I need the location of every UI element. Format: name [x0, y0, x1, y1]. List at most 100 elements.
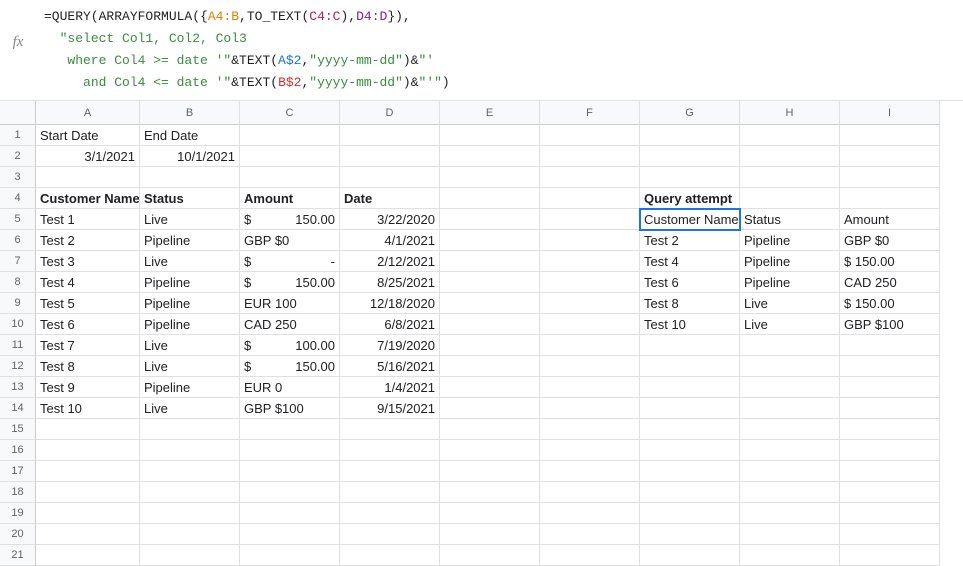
cell-E19[interactable] — [440, 503, 540, 524]
cell-H19[interactable] — [740, 503, 840, 524]
cell-E7[interactable] — [440, 251, 540, 272]
cell-B20[interactable] — [140, 524, 240, 545]
cell-I21[interactable] — [840, 545, 940, 566]
row-header-18[interactable]: 18 — [0, 482, 36, 503]
cell-F1[interactable] — [540, 125, 640, 146]
cell-G10[interactable]: Test 10 — [640, 314, 740, 335]
cell-C12[interactable]: $150.00 — [240, 356, 340, 377]
cell-B15[interactable] — [140, 419, 240, 440]
column-header-H[interactable]: H — [740, 101, 840, 125]
cell-I10[interactable]: GBP $100 — [840, 314, 940, 335]
cell-G2[interactable] — [640, 146, 740, 167]
cell-D20[interactable] — [340, 524, 440, 545]
cell-G13[interactable] — [640, 377, 740, 398]
cell-G7[interactable]: Test 4 — [640, 251, 740, 272]
cell-A18[interactable] — [36, 482, 140, 503]
cell-H7[interactable]: Pipeline — [740, 251, 840, 272]
cell-A20[interactable] — [36, 524, 140, 545]
cell-H3[interactable] — [740, 167, 840, 188]
cell-D15[interactable] — [340, 419, 440, 440]
cell-C6[interactable]: GBP $0 — [240, 230, 340, 251]
cell-H5[interactable]: Status — [740, 209, 840, 230]
column-header-G[interactable]: G — [640, 101, 740, 125]
cell-E12[interactable] — [440, 356, 540, 377]
cell-D1[interactable] — [340, 125, 440, 146]
cell-G6[interactable]: Test 2 — [640, 230, 740, 251]
cell-A8[interactable]: Test 4 — [36, 272, 140, 293]
column-header-F[interactable]: F — [540, 101, 640, 125]
cell-F9[interactable] — [540, 293, 640, 314]
cell-E11[interactable] — [440, 335, 540, 356]
cell-F15[interactable] — [540, 419, 640, 440]
cell-G19[interactable] — [640, 503, 740, 524]
cell-A1[interactable]: Start Date — [36, 125, 140, 146]
cell-E21[interactable] — [440, 545, 540, 566]
cell-G3[interactable] — [640, 167, 740, 188]
cell-H16[interactable] — [740, 440, 840, 461]
cell-B2[interactable]: 10/1/2021 — [140, 146, 240, 167]
cell-I5[interactable]: Amount — [840, 209, 940, 230]
row-header-9[interactable]: 9 — [0, 293, 36, 314]
cell-E4[interactable] — [440, 188, 540, 209]
cell-I6[interactable]: GBP $0 — [840, 230, 940, 251]
cell-G18[interactable] — [640, 482, 740, 503]
cell-D13[interactable]: 1/4/2021 — [340, 377, 440, 398]
cell-H8[interactable]: Pipeline — [740, 272, 840, 293]
cell-H14[interactable] — [740, 398, 840, 419]
cell-B5[interactable]: Live — [140, 209, 240, 230]
cell-D7[interactable]: 2/12/2021 — [340, 251, 440, 272]
cell-H12[interactable] — [740, 356, 840, 377]
cell-I13[interactable] — [840, 377, 940, 398]
cell-I8[interactable]: CAD 250 — [840, 272, 940, 293]
cell-C9[interactable]: EUR 100 — [240, 293, 340, 314]
cell-G1[interactable] — [640, 125, 740, 146]
cell-C1[interactable] — [240, 125, 340, 146]
select-all-corner[interactable] — [0, 101, 36, 125]
cell-G9[interactable]: Test 8 — [640, 293, 740, 314]
cell-I2[interactable] — [840, 146, 940, 167]
cell-F14[interactable] — [540, 398, 640, 419]
cell-H10[interactable]: Live — [740, 314, 840, 335]
cell-H21[interactable] — [740, 545, 840, 566]
cell-A12[interactable]: Test 8 — [36, 356, 140, 377]
cell-G8[interactable]: Test 6 — [640, 272, 740, 293]
cell-H13[interactable] — [740, 377, 840, 398]
cell-B14[interactable]: Live — [140, 398, 240, 419]
cell-G16[interactable] — [640, 440, 740, 461]
cell-F21[interactable] — [540, 545, 640, 566]
cell-H1[interactable] — [740, 125, 840, 146]
cell-E8[interactable] — [440, 272, 540, 293]
cell-D5[interactable]: 3/22/2020 — [340, 209, 440, 230]
cell-C13[interactable]: EUR 0 — [240, 377, 340, 398]
cell-C5[interactable]: $150.00 — [240, 209, 340, 230]
cell-D11[interactable]: 7/19/2020 — [340, 335, 440, 356]
cell-C3[interactable] — [240, 167, 340, 188]
cell-D19[interactable] — [340, 503, 440, 524]
cell-B13[interactable]: Pipeline — [140, 377, 240, 398]
cell-F16[interactable] — [540, 440, 640, 461]
column-header-E[interactable]: E — [440, 101, 540, 125]
row-header-1[interactable]: 1 — [0, 125, 36, 146]
cell-B16[interactable] — [140, 440, 240, 461]
cell-G5[interactable]: Customer Name — [640, 209, 740, 230]
cell-C19[interactable] — [240, 503, 340, 524]
cell-D10[interactable]: 6/8/2021 — [340, 314, 440, 335]
cell-H17[interactable] — [740, 461, 840, 482]
cell-D9[interactable]: 12/18/2020 — [340, 293, 440, 314]
cell-I3[interactable] — [840, 167, 940, 188]
cell-F19[interactable] — [540, 503, 640, 524]
cell-H20[interactable] — [740, 524, 840, 545]
cell-E1[interactable] — [440, 125, 540, 146]
cell-B12[interactable]: Live — [140, 356, 240, 377]
column-header-D[interactable]: D — [340, 101, 440, 125]
row-header-12[interactable]: 12 — [0, 356, 36, 377]
cell-B17[interactable] — [140, 461, 240, 482]
cell-B18[interactable] — [140, 482, 240, 503]
cell-A10[interactable]: Test 6 — [36, 314, 140, 335]
cell-C10[interactable]: CAD 250 — [240, 314, 340, 335]
cell-H9[interactable]: Live — [740, 293, 840, 314]
cell-I1[interactable] — [840, 125, 940, 146]
cell-A17[interactable] — [36, 461, 140, 482]
cell-B11[interactable]: Live — [140, 335, 240, 356]
cell-A5[interactable]: Test 1 — [36, 209, 140, 230]
